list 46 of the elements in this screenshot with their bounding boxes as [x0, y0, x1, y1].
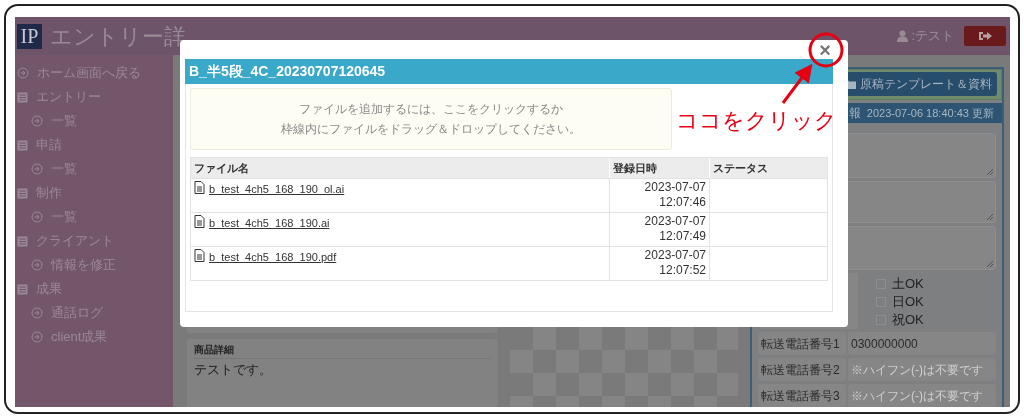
detail-label: 商品詳細	[194, 342, 491, 359]
sign-out-icon	[978, 31, 992, 41]
logo: IP	[17, 23, 42, 49]
checkbox-label: 日OK	[892, 293, 924, 312]
column-header: 登録日時	[609, 158, 709, 178]
arrow-circle-icon	[31, 307, 43, 319]
column-header: ファイル名	[193, 160, 250, 176]
phone-field[interactable]: 0300000000	[848, 332, 996, 355]
resize-handle-icon	[986, 213, 993, 220]
logout-button[interactable]	[964, 26, 1006, 46]
arrow-circle-icon	[17, 67, 29, 79]
arrow-circle-icon	[31, 331, 43, 343]
table-cell: 2023-07-07 12:07:46	[609, 179, 709, 212]
field-label: 転送電話番号1	[758, 332, 846, 355]
file-link[interactable]: b_test_4ch5_168_190.pdf	[209, 249, 337, 266]
field-label: 転送電話番号2	[758, 358, 846, 381]
arrow-circle-icon	[31, 259, 43, 271]
file-icon	[194, 181, 205, 194]
checkbox-label: 土OK	[892, 275, 924, 294]
arrow-circle-icon	[31, 115, 43, 127]
phone-field[interactable]: ※ハイフン(-)は不要です	[848, 384, 996, 407]
highlight-circle	[808, 32, 844, 68]
drop-zone-text: ファイルを追加するには、ここをクリックするか	[299, 101, 563, 118]
detail-text: テストです。	[194, 361, 273, 379]
file-icon	[194, 249, 205, 262]
arrow-circle-icon	[31, 163, 43, 175]
file-link[interactable]: b_test_4ch5_168_190_ol.ai	[209, 181, 345, 198]
table-cell: 2023-07-07 12:07:52	[609, 247, 709, 280]
drop-zone[interactable]: ファイルを追加するには、ここをクリックするか 枠線内にファイルをドラッグ＆ドロップしてください。	[190, 88, 672, 150]
column-header: ステータス	[709, 158, 827, 178]
resize-handle-icon	[986, 168, 993, 175]
checkbox-label: 祝OK	[892, 311, 924, 330]
resize-handle-icon	[986, 260, 993, 267]
pointer-arrow	[781, 63, 813, 104]
file-icon	[194, 215, 205, 228]
file-link[interactable]: b_test_4ch5_168_190.ai	[209, 215, 330, 232]
phone-field[interactable]: ※ハイフン(-)は不要です	[848, 358, 996, 381]
annotation-text: ココをクリック	[676, 107, 837, 135]
drop-zone-text: 枠線内にファイルをドラッグ＆ドロップしてください。	[281, 121, 581, 138]
modal-title-bar: B_半5段_4C_20230707120645	[185, 59, 833, 84]
arrow-circle-icon	[31, 211, 43, 223]
table-cell: 2023-07-07 12:07:49	[609, 213, 709, 246]
panel-title: 報	[848, 104, 861, 122]
user-icon	[897, 30, 909, 42]
updated-time: 2023-07-06 18:40:43 更新	[866, 105, 994, 121]
field-label: 転送電話番号3	[758, 384, 846, 407]
